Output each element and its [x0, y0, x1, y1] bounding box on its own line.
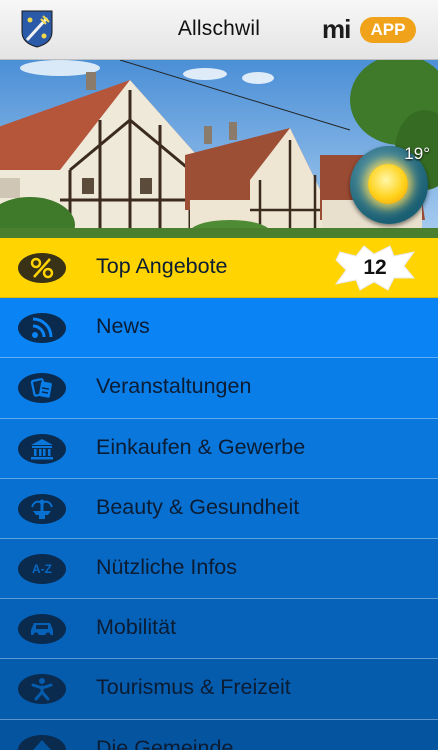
fountain-icon: [18, 493, 66, 524]
percent-icon: [18, 253, 66, 283]
menu-item-mobilitaet[interactable]: Mobilität: [0, 599, 438, 660]
temperature-label: 19°: [404, 144, 430, 163]
menu-item-beauty-gesundheit[interactable]: Beauty & Gesundheit: [0, 478, 438, 539]
menu-item-news[interactable]: News: [0, 298, 438, 359]
menu-item-label: Nützliche Infos: [96, 554, 238, 579]
menu-item-die-gemeinde[interactable]: Die Gemeinde: [0, 719, 438, 750]
menu-item-label: Top Angebote: [96, 254, 228, 278]
tickets-icon: [18, 373, 66, 404]
menu-item-label: Beauty & Gesundheit: [96, 494, 300, 519]
rss-icon: [18, 313, 66, 344]
menu-item-top-angebote[interactable]: Top Angebote 12: [0, 238, 438, 299]
menu-item-label: Mobilität: [96, 615, 177, 640]
weather-widget[interactable]: 19°: [348, 144, 430, 228]
menu-item-einkaufen-gewerbe[interactable]: Einkaufen & Gewerbe: [0, 418, 438, 479]
miapp-logo: mi APP: [322, 14, 418, 46]
offers-count-badge: 12: [334, 244, 416, 292]
leisure-person-icon: [18, 674, 66, 705]
main-menu: Top Angebote 12 News Veranstaltungen Ein…: [0, 238, 438, 750]
a-z-icon-text: A-Z: [32, 561, 52, 576]
sun-icon: [368, 164, 408, 204]
menu-item-label: News: [96, 314, 150, 339]
app-header: Allschwil mi APP: [0, 0, 438, 60]
building-icon: [18, 433, 66, 464]
menu-item-tourismus-freizeit[interactable]: Tourismus & Freizeit: [0, 659, 438, 720]
offers-count: 12: [363, 256, 387, 279]
menu-item-label: Einkaufen & Gewerbe: [96, 434, 306, 459]
menu-item-label: Tourismus & Freizeit: [96, 675, 291, 700]
menu-item-label: Die Gemeinde: [96, 735, 234, 750]
menu-item-veranstaltungen[interactable]: Veranstaltungen: [0, 358, 438, 419]
hero-photo: 19°: [0, 60, 438, 238]
logo-text-app: APP: [360, 17, 416, 43]
arrow-up-icon: [18, 734, 66, 750]
logo-text-mi: mi: [322, 14, 351, 44]
a-z-icon: A-Z: [18, 553, 66, 584]
car-icon: [18, 614, 66, 645]
menu-item-nuetzliche-infos[interactable]: A-Z Nützliche Infos: [0, 538, 438, 600]
menu-item-label: Veranstaltungen: [96, 374, 252, 399]
